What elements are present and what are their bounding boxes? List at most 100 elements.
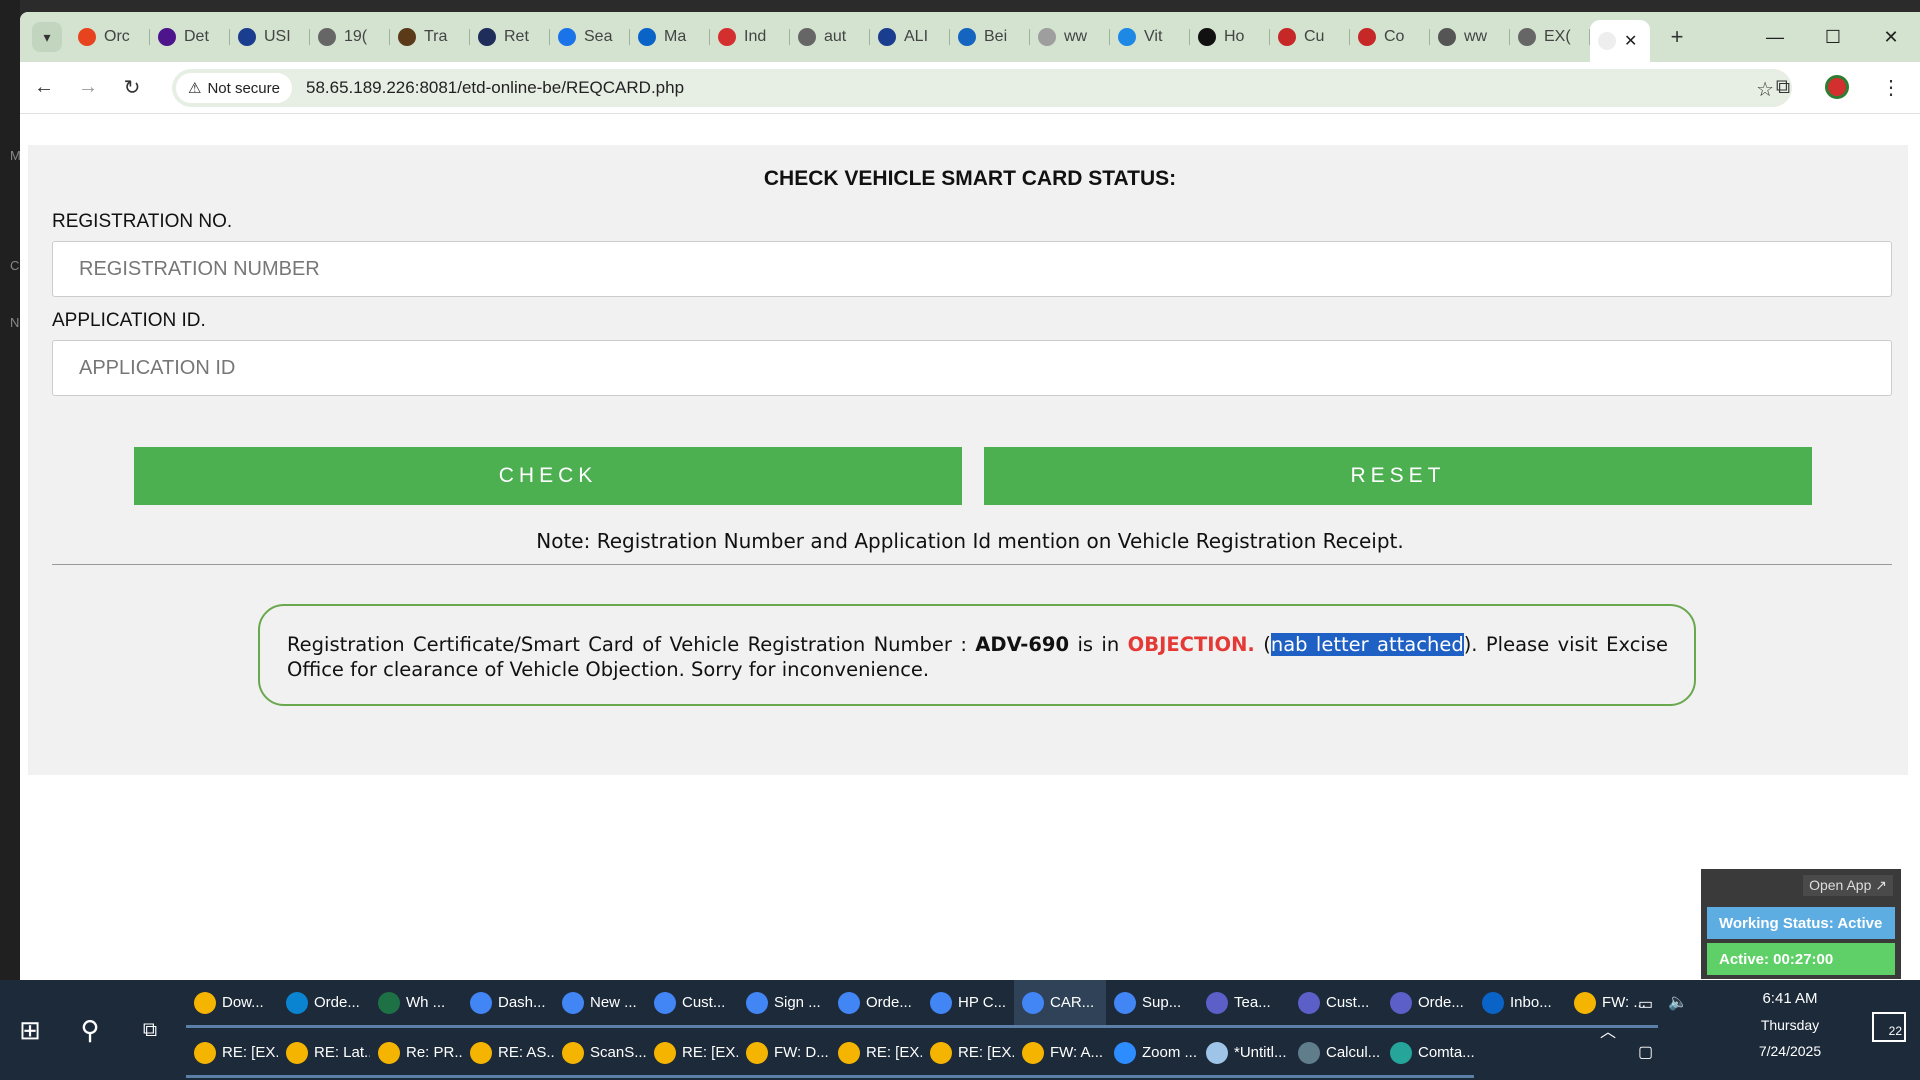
taskbar-item[interactable]: HP C... xyxy=(922,980,1014,1028)
taskbar-item[interactable]: Wh ... xyxy=(370,980,462,1028)
taskbar-item[interactable]: New ... xyxy=(554,980,646,1028)
clock-time[interactable]: 6:41 AM xyxy=(1720,990,1860,1007)
security-chip[interactable]: ⚠ Not secure xyxy=(176,73,292,103)
browser-tab[interactable]: Ind xyxy=(710,19,790,55)
browser-tab[interactable]: Tra xyxy=(390,19,470,55)
app-icon xyxy=(194,1041,216,1064)
taskbar-item[interactable]: RE: AS... xyxy=(462,1030,554,1078)
taskbar-item[interactable]: Comta... xyxy=(1382,1030,1474,1078)
browser-tab[interactable]: Ho xyxy=(1190,19,1270,55)
maximize-button[interactable]: ☐ xyxy=(1804,12,1862,62)
browser-tab[interactable]: 19( xyxy=(310,19,390,55)
profile-avatar[interactable] xyxy=(1818,68,1856,106)
browser-tab[interactable]: Ret xyxy=(470,19,550,55)
app-icon xyxy=(378,991,400,1014)
registration-number-value: ADV-690 xyxy=(975,633,1070,656)
check-button[interactable]: CHECK xyxy=(134,447,962,505)
open-paren: ( xyxy=(1263,633,1271,656)
browser-tab[interactable]: Sea xyxy=(550,19,630,55)
browser-tab[interactable]: Co xyxy=(1350,19,1430,55)
browser-tab[interactable]: Ma xyxy=(630,19,710,55)
browser-tab[interactable]: EX( xyxy=(1510,19,1590,55)
back-button[interactable]: ← xyxy=(24,68,64,108)
new-tab-button[interactable]: + xyxy=(1662,24,1692,50)
browser-tab[interactable]: ALI xyxy=(870,19,950,55)
tab-label: Ret xyxy=(504,28,529,45)
taskbar-item[interactable]: RE: [EX... xyxy=(922,1030,1014,1078)
taskbar-item[interactable]: Calcul... xyxy=(1290,1030,1382,1078)
s-icon xyxy=(1118,28,1136,46)
address-bar[interactable]: ⚠ Not secure 58.65.189.226:8081/etd-onli… xyxy=(172,69,1792,107)
browser-tab[interactable]: Orc xyxy=(70,19,150,55)
tab-search-button[interactable]: ▾ xyxy=(32,22,62,52)
registration-number-input[interactable] xyxy=(52,241,1892,297)
minimize-button[interactable]: — xyxy=(1746,12,1804,62)
taskbar-item[interactable]: Orde... xyxy=(830,980,922,1028)
volume-icon[interactable]: 🔈 xyxy=(1668,992,1688,1012)
tab-label: Cu xyxy=(1304,28,1325,45)
taskbar-item[interactable]: Sign ... xyxy=(738,980,830,1028)
show-hidden-icons[interactable]: ︿ xyxy=(1600,1018,1616,1042)
taskbar-item[interactable]: Orde... xyxy=(278,980,370,1028)
taskbar-item[interactable]: Zoom ... xyxy=(1106,1030,1198,1078)
tab-label: 19( xyxy=(344,28,368,45)
taskbar-item[interactable]: Sup... xyxy=(1106,980,1198,1028)
browser-tab[interactable]: ww xyxy=(1030,19,1110,55)
taskbar-item[interactable]: Tea... xyxy=(1198,980,1290,1028)
taskbar-item[interactable]: Inbo... xyxy=(1474,980,1566,1028)
network-icon[interactable]: ▢ xyxy=(1638,1042,1653,1062)
taskbar-item[interactable]: Re: PR... xyxy=(370,1030,462,1078)
taskbar-item[interactable]: RE: [EX... xyxy=(830,1030,922,1078)
tab-label: Ma xyxy=(664,28,687,45)
extensions-icon[interactable]: ⧉ xyxy=(1764,68,1802,106)
taskbar-item[interactable]: *Untitl... xyxy=(1198,1030,1290,1078)
browser-tab[interactable]: Vit xyxy=(1110,19,1190,55)
taskbar-item-label: FW: D... xyxy=(774,1044,829,1061)
reload-button[interactable]: ↻ xyxy=(112,68,152,108)
notification-center-button[interactable]: 22 xyxy=(1872,1012,1906,1042)
taskbar-item-label: Dow... xyxy=(222,994,264,1011)
active-tab[interactable]: ✕ xyxy=(1590,20,1650,62)
taskbar-item[interactable]: Cust... xyxy=(1290,980,1382,1028)
reset-button[interactable]: RESET xyxy=(984,447,1812,505)
menu-icon[interactable]: ⋮ xyxy=(1872,68,1910,106)
taskbar-item[interactable]: ScanS... xyxy=(554,1030,646,1078)
taskbar-item[interactable]: FW: D... xyxy=(738,1030,830,1078)
browser-tab[interactable]: USI xyxy=(230,19,310,55)
browser-tab[interactable]: Cu xyxy=(1270,19,1350,55)
browser-tab[interactable]: ww xyxy=(1430,19,1510,55)
tab-close-icon[interactable]: ✕ xyxy=(1624,31,1637,51)
f-icon xyxy=(958,28,976,46)
browser-tab[interactable]: aut xyxy=(790,19,870,55)
taskbar-item-label: CAR... xyxy=(1050,994,1095,1011)
taskbar-row-1: Dow... Orde... Wh ... Dash... New ... Cust...… xyxy=(186,980,1658,1028)
app-icon xyxy=(1022,1041,1044,1064)
browser-tab[interactable]: Bei xyxy=(950,19,1030,55)
taskbar-item[interactable]: RE: [EX... xyxy=(186,1030,278,1078)
taskbar-item-label: Cust... xyxy=(682,994,726,1011)
url-text[interactable]: 58.65.189.226:8081/etd-online-be/REQCARD… xyxy=(306,78,684,98)
clock-date[interactable]: 7/24/2025 xyxy=(1720,1043,1860,1059)
usps-icon xyxy=(238,28,256,46)
browser-tab[interactable]: Det xyxy=(150,19,230,55)
taskbar-item[interactable]: CAR... xyxy=(1014,980,1106,1028)
taskbar-item[interactable]: FW: A... xyxy=(1014,1030,1106,1078)
taskbar-item[interactable]: RE: Lat... xyxy=(278,1030,370,1078)
taskbar-item-label: RE: Lat... xyxy=(314,1044,370,1061)
task-view-button[interactable]: ⧉ xyxy=(122,980,178,1080)
start-button[interactable]: ⊞ xyxy=(2,980,58,1080)
taskbar-item[interactable]: Orde... xyxy=(1382,980,1474,1028)
clock-day[interactable]: Thursday xyxy=(1720,1017,1860,1033)
taskbar-item[interactable]: Dash... xyxy=(462,980,554,1028)
forward-button[interactable]: → xyxy=(68,68,108,108)
security-label: Not secure xyxy=(207,79,280,97)
battery-icon[interactable]: ▭ xyxy=(1638,994,1653,1014)
taskbar-item[interactable]: Cust... xyxy=(646,980,738,1028)
taskbar-item-label: Inbo... xyxy=(1510,994,1552,1011)
application-id-input[interactable] xyxy=(52,340,1892,396)
taskbar-item[interactable]: RE: [EX... xyxy=(646,1030,738,1078)
open-app-button[interactable]: Open App ↗ xyxy=(1803,875,1893,896)
search-button[interactable]: ⚲ xyxy=(62,980,118,1080)
taskbar-item[interactable]: Dow... xyxy=(186,980,278,1028)
close-window-button[interactable]: ✕ xyxy=(1862,12,1920,62)
